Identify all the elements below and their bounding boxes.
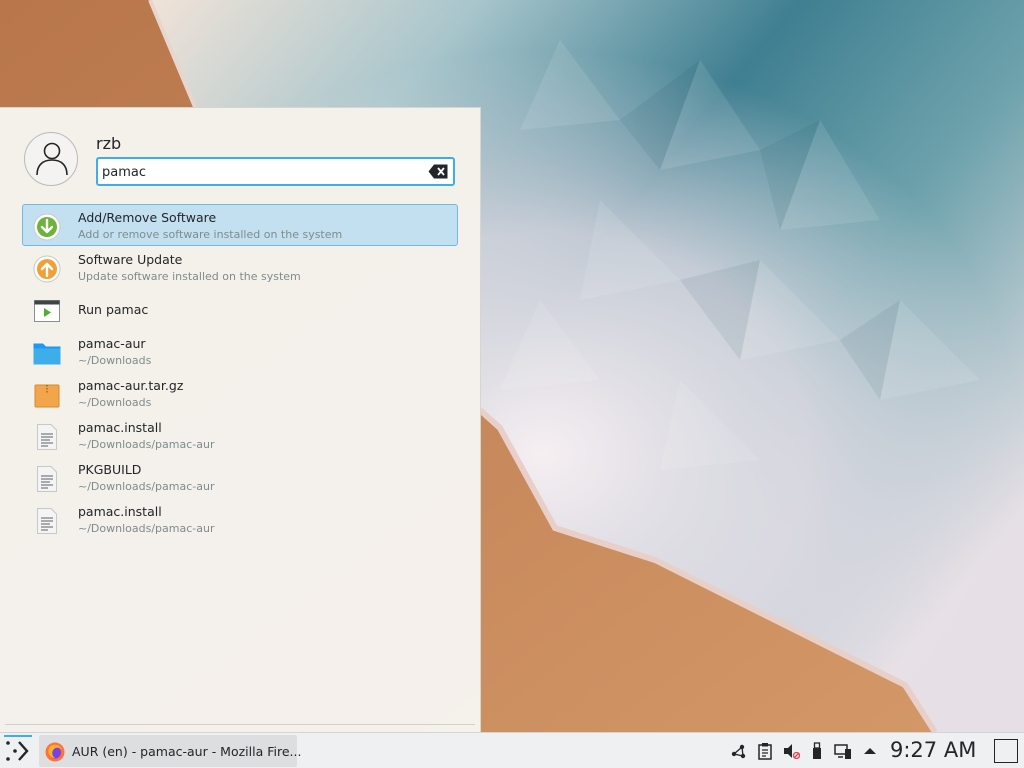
archive-icon	[34, 384, 60, 408]
result-subtitle: ~/Downloads/pamac-aur	[78, 522, 215, 535]
result-folder[interactable]: pamac-aur ~/Downloads	[22, 330, 458, 372]
result-subtitle: ~/Downloads/pamac-aur	[78, 480, 215, 493]
result-subtitle: ~/Downloads	[78, 354, 152, 367]
result-subtitle: ~/Downloads/pamac-aur	[78, 438, 215, 451]
software-update-icon	[33, 255, 61, 283]
volume-muted-icon[interactable]	[782, 742, 800, 760]
text-file-icon	[37, 508, 57, 534]
usb-device-icon[interactable]	[808, 742, 826, 760]
firefox-icon	[45, 742, 65, 762]
result-text-file[interactable]: PKGBUILD ~/Downloads/pamac-aur	[22, 456, 458, 498]
search-box[interactable]	[96, 157, 455, 186]
search-input[interactable]	[102, 162, 422, 182]
result-subtitle: ~/Downloads	[78, 396, 152, 409]
result-subtitle: Update software installed on the system	[78, 270, 301, 283]
clear-search-button[interactable]	[428, 164, 448, 179]
user-avatar[interactable]	[24, 132, 78, 186]
folder-icon	[33, 343, 61, 365]
run-command-icon	[34, 300, 60, 322]
result-title: Software Update	[78, 252, 183, 267]
display-icon[interactable]	[834, 742, 852, 760]
application-launcher-button[interactable]	[4, 735, 32, 767]
show-desktop-button[interactable]	[994, 739, 1018, 763]
software-install-icon	[33, 213, 61, 241]
result-text-file[interactable]: pamac.install ~/Downloads/pamac-aur	[22, 414, 458, 456]
clear-icon	[428, 164, 448, 179]
application-launcher: rzb Add/Remove Software Add or remove so…	[0, 107, 481, 732]
user-name: rzb	[96, 134, 122, 153]
digital-clock[interactable]: 9:27 AM	[890, 738, 976, 762]
text-file-icon	[37, 424, 57, 450]
result-subtitle: Add or remove software installed on the …	[78, 228, 343, 241]
result-title: pamac.install	[78, 420, 162, 435]
result-title: pamac.install	[78, 504, 162, 519]
result-text-file[interactable]: pamac.install ~/Downloads/pamac-aur	[22, 498, 458, 540]
result-archive[interactable]: pamac-aur.tar.gz ~/Downloads	[22, 372, 458, 414]
expand-tray-icon[interactable]	[861, 742, 879, 760]
result-add-remove-software[interactable]: Add/Remove Software Add or remove softwa…	[22, 204, 458, 246]
task-label: AUR (en) - pamac-aur - Mozilla Fire...	[72, 744, 302, 759]
network-icon[interactable]	[730, 742, 748, 760]
result-software-update[interactable]: Software Update Update software installe…	[22, 246, 458, 288]
text-file-icon	[37, 466, 57, 492]
result-title: PKGBUILD	[78, 462, 142, 477]
result-title: Add/Remove Software	[78, 210, 217, 225]
result-run-command[interactable]: Run pamac	[22, 288, 458, 330]
result-title: pamac-aur.tar.gz	[78, 378, 184, 393]
result-title: Run pamac	[78, 302, 149, 317]
result-title: pamac-aur	[78, 336, 146, 351]
taskbar: AUR (en) - pamac-aur - Mozilla Fire... 9…	[0, 732, 1024, 768]
launcher-divider	[5, 724, 475, 725]
clipboard-icon[interactable]	[756, 742, 774, 760]
user-icon	[36, 142, 68, 176]
kde-launcher-icon	[6, 741, 29, 761]
search-results-list: Add/Remove Software Add or remove softwa…	[22, 204, 458, 540]
task-firefox-window[interactable]: AUR (en) - pamac-aur - Mozilla Fire...	[39, 735, 301, 767]
